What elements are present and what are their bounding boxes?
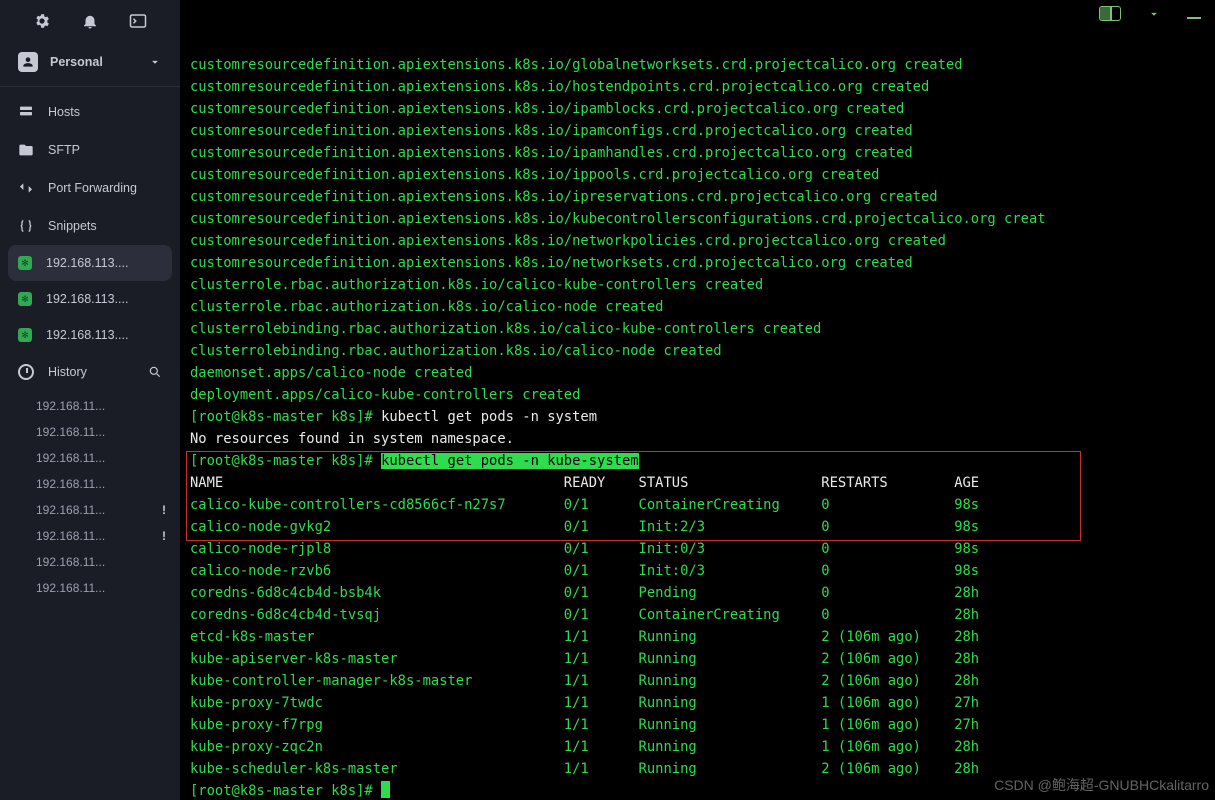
history-item[interactable]: 192.168.11... [36,419,180,445]
split-pane-button[interactable] [1099,6,1121,21]
history-item-label: 192.168.11... [36,477,166,491]
history-item[interactable]: 192.168.11...! [36,523,180,549]
nav-portfwd-label: Port Forwarding [48,181,162,195]
host-item[interactable]: 192.168.113.... [0,317,180,353]
search-icon[interactable] [148,365,162,379]
alert-icon: ! [156,503,166,517]
host-item[interactable]: 192.168.113.... [8,245,172,281]
sidebar: Personal Hosts SFTP Port Forwarding Snip… [0,0,180,800]
history-item-label: 192.168.11... [36,399,166,413]
nav-history-label: History [48,365,134,379]
nav-portforwarding[interactable]: Port Forwarding [0,169,180,207]
terminal[interactable]: customresourcedefinition.apiextensions.k… [180,0,1215,800]
workspace-label: Personal [50,55,136,69]
hosts-icon [18,104,34,120]
braces-icon [18,218,34,234]
history-item[interactable]: 192.168.11... [36,549,180,575]
history-icon [18,364,34,380]
chevron-down-icon[interactable] [1147,7,1161,21]
status-dot-icon [18,328,32,342]
arrows-icon [18,180,34,196]
nav-hosts[interactable]: Hosts [0,93,180,131]
history-item-label: 192.168.11... [36,503,156,517]
status-dot-icon [18,292,32,306]
terminal-output: customresourcedefinition.apiextensions.k… [190,54,1215,800]
host-item[interactable]: 192.168.113.... [0,281,180,317]
history-item[interactable]: 192.168.11... [36,575,180,601]
history-item-label: 192.168.11... [36,581,166,595]
host-label: 192.168.113.... [46,292,162,306]
history-item[interactable]: 192.168.11...! [36,497,180,523]
folder-icon [18,142,34,158]
cursor [381,781,390,798]
history-item-label: 192.168.11... [36,555,166,569]
status-dot-icon [18,256,32,270]
host-label: 192.168.113.... [46,328,162,342]
bell-icon[interactable] [81,12,99,30]
nav-list: Hosts SFTP Port Forwarding Snippets 192.… [0,87,180,601]
history-list: 192.168.11...192.168.11...192.168.11...1… [0,391,180,601]
history-item[interactable]: 192.168.11... [36,393,180,419]
workspace-icon [18,52,38,72]
minimize-button[interactable] [1187,17,1201,19]
nav-snippets-label: Snippets [48,219,162,233]
history-item-label: 192.168.11... [36,451,166,465]
alert-icon: ! [156,529,166,543]
nav-hosts-label: Hosts [48,105,162,119]
history-item-label: 192.168.11... [36,529,156,543]
watermark: CSDN @鲍海超-GNUBHCkalitarro [994,774,1209,796]
chevron-down-icon [148,55,162,69]
host-label: 192.168.113.... [46,256,162,270]
history-item-label: 192.168.11... [36,425,166,439]
history-item[interactable]: 192.168.11... [36,445,180,471]
nav-sftp[interactable]: SFTP [0,131,180,169]
nav-snippets[interactable]: Snippets [0,207,180,245]
history-item[interactable]: 192.168.11... [36,471,180,497]
workspace-selector[interactable]: Personal [0,42,180,87]
window-controls [1099,6,1201,21]
gear-icon[interactable] [33,12,51,30]
nav-sftp-label: SFTP [48,143,162,157]
host-items: 192.168.113.... 192.168.113.... 192.168.11… [0,245,180,353]
terminal-icon[interactable] [129,12,147,30]
nav-history[interactable]: History [0,353,180,391]
top-icon-bar [0,0,180,42]
